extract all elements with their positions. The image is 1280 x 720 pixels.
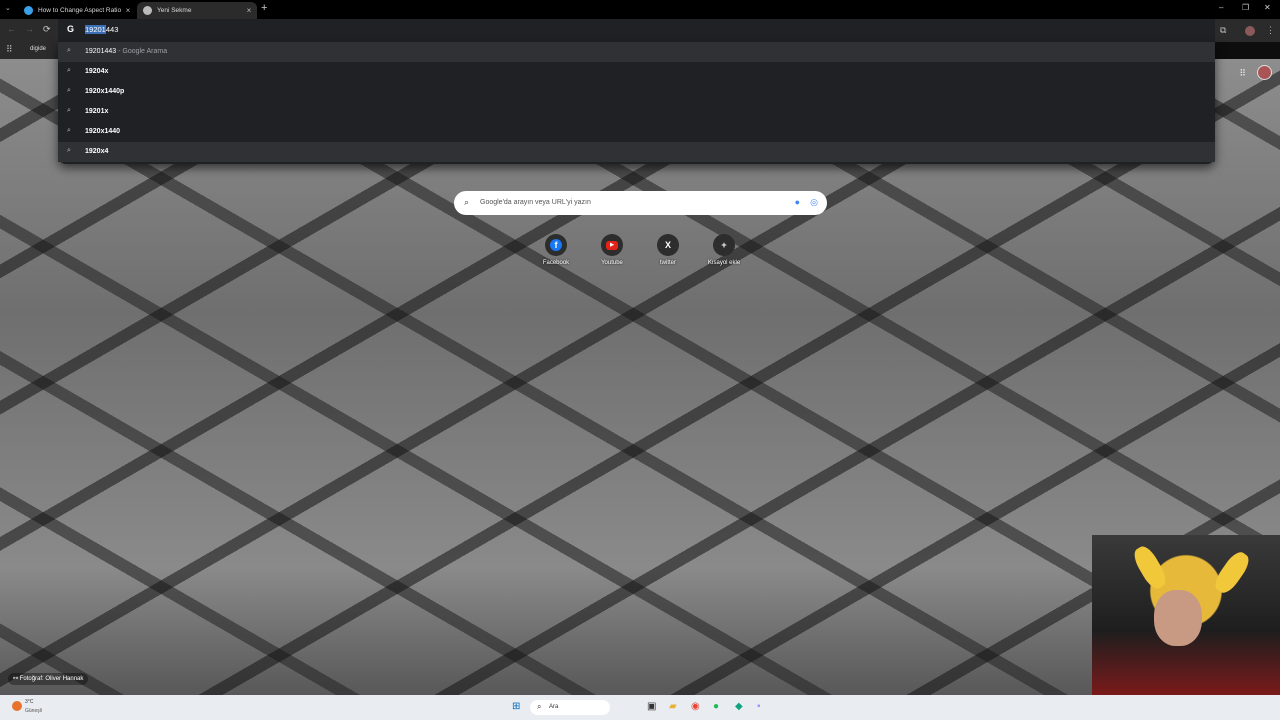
suggestion-text: 19204x [85, 68, 109, 75]
search-icon: ⌕ [67, 147, 71, 154]
shortcut-label: twitter [659, 260, 676, 266]
app-icon[interactable]: ◆ [735, 701, 743, 712]
search-icon: ⌕ [464, 197, 470, 207]
apps-grid-icon[interactable]: ⠿ [1239, 68, 1246, 79]
profile-avatar[interactable] [1245, 26, 1255, 36]
file-explorer-icon[interactable]: ▰ [669, 701, 677, 712]
address-input[interactable]: 19201443 [85, 25, 118, 34]
shortcut-facebook[interactable]: f Facebook [532, 234, 580, 266]
task-view-icon[interactable]: ▣ [647, 701, 656, 712]
tab-strip: ⌄ How to Change Aspect Ratio in × Yeni S… [0, 0, 1280, 19]
ntp-avatar[interactable] [1257, 65, 1272, 80]
suggestion-subtext: - Google Arama [116, 48, 168, 55]
costume-ear [1210, 548, 1254, 597]
omnibox-suggestions: ⌕ 19201443 - Google Arama ⌕ 19204x ⌕ 192… [58, 42, 1215, 164]
tab-favicon-icon [24, 6, 33, 15]
search-icon: ⌕ [67, 67, 71, 74]
facebook-icon: f [545, 234, 567, 256]
shortcut-label: Kısayol ekle [707, 260, 741, 266]
taskbar-search-text: Ara [549, 704, 559, 710]
x-icon: X [657, 234, 679, 256]
minimize-button[interactable]: – [1219, 3, 1223, 12]
tab-how-to-change-aspect-ratio[interactable]: How to Change Aspect Ratio in × [18, 2, 136, 19]
photo-credit-link[interactable]: ⚯ Fotoğraf: Oliver Hannak [8, 673, 89, 685]
google-icon: G [67, 24, 75, 34]
start-icon[interactable]: ⊞ [512, 701, 520, 712]
tab-close-icon[interactable]: × [244, 6, 254, 15]
suggestion-item[interactable]: ⌕ 1920x1440p [58, 82, 1215, 102]
bookmark-item[interactable]: digide [30, 46, 46, 52]
weather-icon[interactable] [12, 701, 22, 711]
close-window-button[interactable]: ✕ [1264, 3, 1271, 12]
spotify-icon[interactable]: ● [713, 701, 719, 712]
search-icon: ⌕ [67, 127, 71, 134]
tab-new-tab[interactable]: Yeni Sekme × [137, 2, 257, 19]
search-icon: ⌕ [67, 107, 71, 114]
youtube-icon: ▶ [601, 234, 623, 256]
search-icon: ⌕ [67, 47, 71, 54]
query-rest-text: 443 [105, 25, 119, 34]
extensions-icon[interactable]: ⧉ [1220, 25, 1226, 36]
ntp-search-box[interactable]: ⌕ Google'da arayın veya URL'yi yazın ● ◎ [454, 191, 827, 215]
premiere-icon[interactable]: ▪ [757, 701, 761, 712]
suggestion-text: 1920x1440p [85, 88, 125, 95]
tab-favicon-icon [143, 6, 152, 15]
webcam-overlay [1092, 535, 1280, 695]
suggestion-text: 1920x1440 [85, 128, 121, 135]
taskbar-search[interactable]: ⌕ Ara [530, 700, 610, 715]
windows-taskbar: 3°C Güneşli ⊞ ⌕ Ara ▣ ▰ ◉ ● ◆ ▪ [0, 695, 1280, 720]
apps-grid-icon[interactable]: ⠿ [6, 44, 13, 55]
bookmarks-bar: ⠿ digide [0, 42, 58, 59]
search-icon: ⌕ [67, 87, 71, 94]
address-bar[interactable]: G 19201443 [58, 19, 1215, 42]
link-icon: ⚯ [13, 676, 20, 682]
restore-button[interactable]: ❐ [1242, 3, 1249, 12]
costume-ear [1130, 543, 1170, 592]
shortcut-add[interactable]: + Kısayol ekle [700, 234, 748, 266]
menu-icon[interactable]: ⋮ [1266, 25, 1275, 36]
ntp-search-placeholder: Google'da arayın veya URL'yi yazın [480, 199, 591, 206]
chrome-icon[interactable]: ◉ [691, 701, 700, 712]
new-tab-button[interactable]: + [261, 2, 267, 14]
suggestion-text: 1920x4 [85, 148, 109, 155]
tab-close-icon[interactable]: × [123, 6, 133, 15]
shortcut-youtube[interactable]: ▶ Youtube [588, 234, 636, 266]
suggestion-item[interactable]: ⌕ 1920x1440 [58, 122, 1215, 142]
weather-temp: 3°C [25, 699, 34, 705]
suggestion-text: 19201443 [85, 48, 117, 55]
shortcut-twitter[interactable]: X twitter [644, 234, 692, 266]
suggestion-item[interactable]: ⌕ 19204x [58, 62, 1215, 82]
microphone-icon[interactable]: ● [795, 197, 800, 207]
selected-query-text: 19201 [85, 25, 106, 34]
search-icon: ⌕ [537, 702, 542, 711]
shortcut-label: Youtube [601, 260, 623, 266]
suggestion-item[interactable]: ⌕ 19201443 - Google Arama [58, 42, 1215, 62]
reload-button[interactable]: ⟳ [43, 24, 51, 35]
suggestion-item[interactable]: ⌕ 19201x [58, 102, 1215, 122]
lens-icon[interactable]: ◎ [810, 197, 818, 208]
tab-title: Yeni Sekme [157, 7, 192, 14]
suggestion-item[interactable]: ⌕ 1920x4 [58, 142, 1215, 162]
forward-button[interactable]: → [25, 24, 34, 34]
tab-title: How to Change Aspect Ratio in [38, 7, 123, 14]
back-button[interactable]: ← [7, 24, 16, 34]
presenter-face [1154, 590, 1202, 646]
weather-desc: Güneşli [25, 708, 42, 714]
tab-search-icon[interactable]: ⌄ [5, 4, 11, 12]
photo-credit-text: Fotoğraf: Oliver Hannak [19, 676, 84, 682]
plus-icon: + [713, 234, 735, 256]
shortcut-label: Facebook [542, 260, 570, 266]
suggestion-text: 19201x [85, 108, 109, 115]
